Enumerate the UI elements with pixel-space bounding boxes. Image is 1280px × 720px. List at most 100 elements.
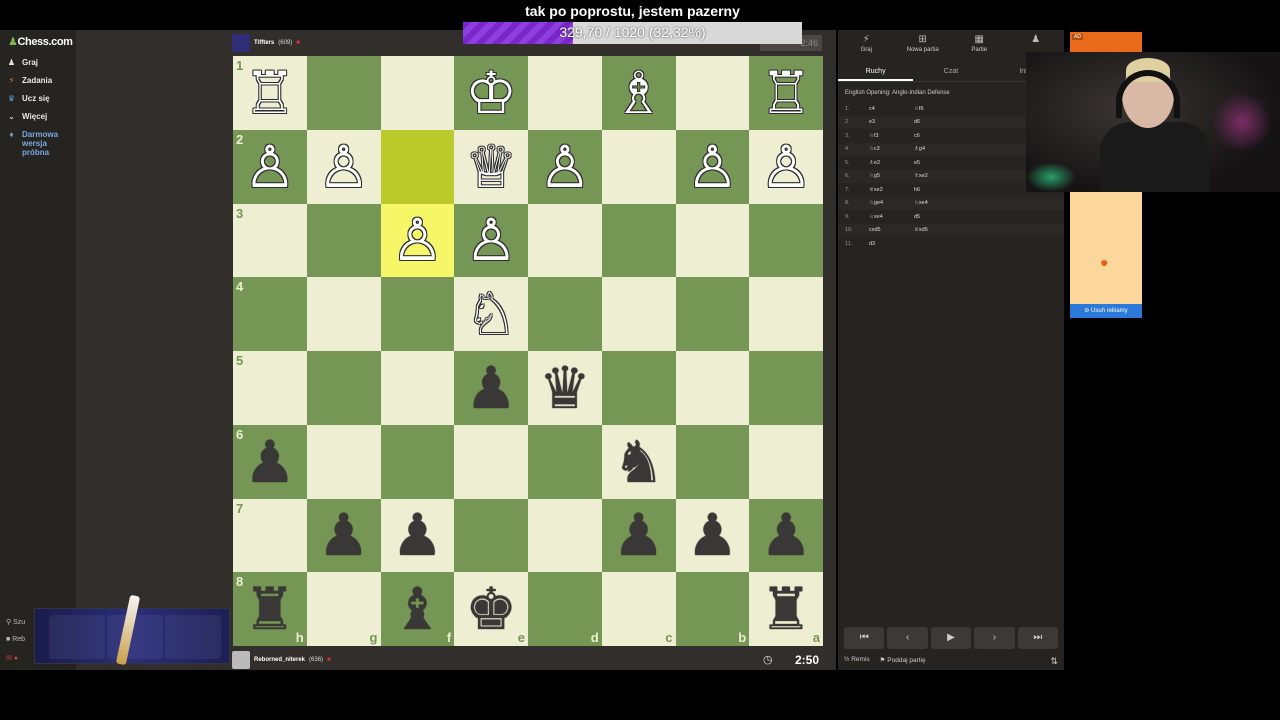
white-move[interactable]: ♘c3 — [869, 146, 914, 152]
board-square[interactable] — [528, 56, 602, 130]
nav-free-trial[interactable]: ♦ Darmowa wersja próbna — [6, 130, 58, 157]
opponent-name[interactable]: Tiffters — [254, 40, 274, 46]
board-square[interactable] — [675, 203, 750, 278]
player-name[interactable]: Reborned_niterek — [254, 657, 305, 663]
board-square[interactable] — [528, 424, 602, 499]
white-piece[interactable]: ♘ — [454, 277, 528, 351]
board-square[interactable]: ♟ — [306, 498, 381, 573]
top-tab-new-game[interactable]: ⊞ Nowa partia — [895, 34, 952, 62]
notification-icons[interactable]: ✉ ● — [6, 654, 18, 662]
board-square[interactable] — [380, 277, 455, 351]
white-piece[interactable]: ♖ — [233, 56, 307, 130]
tab-chat[interactable]: Czat — [913, 64, 988, 81]
board-square[interactable] — [601, 203, 676, 278]
black-move[interactable]: d6 — [914, 119, 974, 125]
board-square[interactable]: b — [675, 572, 750, 646]
board-square[interactable] — [675, 56, 750, 130]
board-square[interactable] — [306, 277, 381, 351]
board-square[interactable]: 1 ♖ — [233, 56, 307, 130]
black-move[interactable]: ♘f6 — [914, 106, 974, 112]
last-move-button[interactable]: ⏭ — [1017, 627, 1059, 649]
board-square[interactable]: ♙ — [528, 129, 602, 204]
board-square[interactable] — [528, 203, 602, 278]
player-avatar[interactable] — [232, 651, 250, 669]
draw-button[interactable]: ½ Remis — [844, 656, 870, 667]
board-square[interactable]: ♟ — [749, 498, 823, 573]
tab-moves[interactable]: Ruchy — [838, 64, 914, 81]
board-square[interactable]: ♟ — [675, 498, 750, 573]
white-piece[interactable]: ♙ — [676, 130, 750, 204]
board-square[interactable]: ♟ — [380, 498, 455, 573]
flip-board-icon[interactable]: ⇅ — [1050, 656, 1058, 667]
board-square[interactable] — [306, 56, 381, 130]
black-piece[interactable]: ♟ — [454, 351, 528, 425]
white-piece[interactable]: ♔ — [454, 56, 528, 130]
board-square[interactable]: 8 h ♜ — [233, 572, 307, 646]
board-square[interactable]: 5 — [233, 351, 307, 425]
board-square[interactable]: 2 ♙ — [233, 129, 307, 204]
nav-learn[interactable]: ♛ Ucz się — [6, 94, 50, 103]
board-square[interactable] — [601, 129, 676, 204]
white-piece[interactable]: ♗ — [602, 56, 676, 130]
board-square[interactable] — [749, 424, 823, 499]
board-square[interactable] — [380, 56, 455, 130]
board-square[interactable] — [528, 277, 602, 351]
board-square[interactable]: 6 ♟ — [233, 424, 307, 499]
black-piece[interactable]: ♜ — [233, 572, 307, 646]
board-square[interactable]: f ♝ — [380, 572, 455, 646]
nav-more[interactable]: ⌄ Więcej — [6, 112, 47, 121]
board-square[interactable]: e ♚ — [454, 572, 528, 646]
white-piece[interactable]: ♙ — [233, 130, 307, 204]
white-move[interactable]: cxd5 — [869, 227, 914, 233]
sidebar-user[interactable]: ■ Reb — [6, 636, 25, 643]
black-move[interactable]: h6 — [914, 187, 974, 193]
next-move-button[interactable]: › — [974, 627, 1015, 649]
board-square[interactable]: 3 — [233, 203, 307, 278]
black-piece[interactable]: ♟ — [676, 499, 750, 573]
black-move[interactable]: ♕xd5 — [914, 227, 974, 233]
white-piece[interactable]: ♖ — [749, 56, 823, 130]
board-square[interactable]: 4 — [233, 277, 307, 351]
board-square[interactable] — [306, 424, 381, 499]
board-square[interactable]: ♛ — [528, 351, 602, 425]
board-square[interactable]: ♙ — [306, 129, 381, 204]
white-move[interactable]: d3 — [869, 241, 914, 247]
board-square[interactable] — [454, 424, 528, 499]
board-square[interactable]: 7 — [233, 498, 307, 573]
black-piece[interactable]: ♟ — [307, 499, 381, 573]
first-move-button[interactable]: ⏮ — [844, 627, 885, 649]
black-move[interactable]: ♘xe4 — [914, 200, 974, 206]
black-move[interactable]: e5 — [914, 160, 974, 166]
board-square[interactable] — [380, 129, 455, 204]
white-piece[interactable]: ♙ — [307, 130, 381, 204]
prev-move-button[interactable]: ‹ — [887, 627, 928, 649]
board-square[interactable]: a ♜ — [749, 572, 823, 646]
board-square[interactable]: ♔ — [454, 56, 528, 130]
board-square[interactable] — [675, 277, 750, 351]
white-move[interactable]: ♕xe2 — [869, 187, 914, 193]
play-button[interactable]: ▶ — [930, 627, 972, 649]
top-tab-play[interactable]: ⚡ Graj — [838, 34, 895, 62]
white-move[interactable]: c4 — [869, 106, 914, 112]
resign-button[interactable]: ⚑ Poddaj partię — [880, 656, 926, 667]
board-square[interactable]: d — [528, 572, 602, 646]
white-move[interactable]: ♘f3 — [869, 133, 914, 139]
board-square[interactable] — [675, 424, 750, 499]
board-square[interactable]: ♞ — [601, 424, 676, 499]
board-square[interactable]: ♙ — [675, 129, 750, 204]
black-piece[interactable]: ♟ — [233, 425, 307, 499]
board-square[interactable] — [749, 203, 823, 278]
board-square[interactable] — [675, 351, 750, 425]
white-move[interactable]: ♘xe4 — [869, 214, 914, 220]
black-piece[interactable]: ♚ — [454, 572, 528, 646]
black-move[interactable]: c6 — [914, 133, 974, 139]
black-move[interactable]: d5 — [914, 214, 974, 220]
sidebar-search[interactable]: ⚲ Szu — [6, 618, 25, 626]
white-piece[interactable]: ♙ — [381, 204, 455, 278]
board-square[interactable]: ♟ — [454, 351, 528, 425]
black-move[interactable]: ♗xe2 — [914, 173, 974, 179]
board-square[interactable]: ♖ — [749, 56, 823, 130]
black-piece[interactable]: ♝ — [381, 572, 455, 646]
board-square[interactable]: g — [306, 572, 381, 646]
top-tab-games[interactable]: ▦ Partie — [951, 34, 1008, 62]
